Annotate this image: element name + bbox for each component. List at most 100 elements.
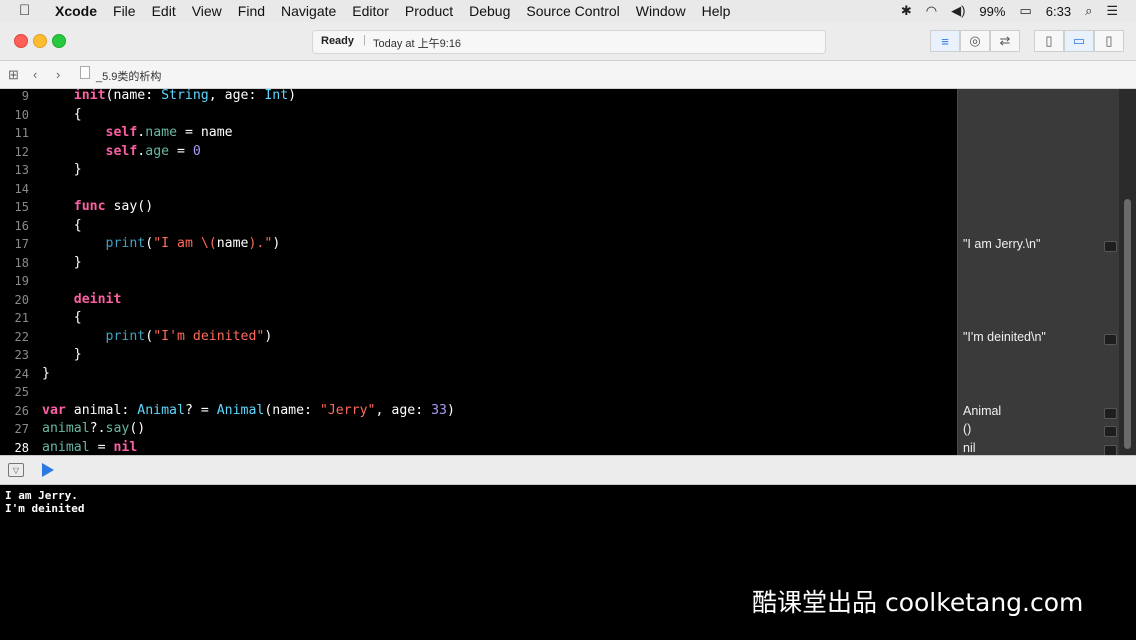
line-number: 13: [14, 163, 29, 177]
zoom-window-button[interactable]: [52, 34, 66, 48]
standard-editor-icon[interactable]: ≡: [930, 30, 960, 52]
activity-viewer: Ready | Today at 上午9:16: [312, 30, 826, 54]
hide-debug-area-icon[interactable]: ▽: [8, 463, 24, 477]
code-text: animal = nil: [42, 439, 138, 455]
code-text: }: [73, 347, 82, 362]
code-line[interactable]: 13 }: [0, 162, 957, 180]
line-number: 9: [21, 89, 29, 103]
code-text: self.age = 0: [105, 143, 201, 159]
menu-source-control[interactable]: Source Control: [526, 3, 619, 19]
utilities-toggle-icon[interactable]: ▯: [1094, 30, 1124, 52]
bluetooth-icon[interactable]: ✱: [901, 3, 912, 19]
menu-edit[interactable]: Edit: [152, 3, 176, 19]
code-line[interactable]: 24}: [0, 366, 957, 384]
code-line[interactable]: 21 {: [0, 310, 957, 328]
results-sidebar: "I am Jerry.\n" "I'm deinited\n" Animal () n…: [957, 89, 1120, 456]
code-line[interactable]: 17 print("I am \(name)."): [0, 236, 957, 254]
apple-icon[interactable]: : [19, 2, 30, 19]
status-area: ✱ ◠ ◀) 99% ▭ 6:33 ⌕ ☰: [901, 3, 1118, 19]
code-line[interactable]: 16 {: [0, 218, 957, 236]
battery-percent[interactable]: 99%: [979, 4, 1005, 19]
volume-icon[interactable]: ◀): [951, 3, 965, 19]
build-status: Ready: [321, 35, 355, 47]
close-window-button[interactable]: [14, 34, 28, 48]
code-editor[interactable]: 9 init(name: String, age: Int) 10 {11 sel…: [0, 89, 957, 455]
menu-window[interactable]: Window: [636, 3, 686, 19]
quick-look-icon[interactable]: [1104, 426, 1117, 437]
code-text: print("I'm deinited"): [105, 328, 273, 344]
line-number: 16: [14, 218, 29, 233]
line-number: 15: [14, 200, 29, 214]
related-items-icon[interactable]: ⊞: [8, 67, 19, 83]
menu-navigate[interactable]: Navigate: [281, 3, 336, 19]
menu-view[interactable]: View: [192, 3, 222, 19]
menu-product[interactable]: Product: [405, 3, 453, 19]
code-line[interactable]: 19: [0, 273, 957, 291]
menu-file[interactable]: File: [113, 3, 136, 19]
build-time: Today at 上午9:16: [373, 38, 462, 50]
debug-area-toggle-icon[interactable]: ▭: [1064, 30, 1094, 52]
result-value: "I'm deinited\n": [963, 329, 1046, 344]
code-text: {: [73, 106, 82, 122]
line-number: 22: [14, 329, 29, 344]
code-line[interactable]: 20 deinit: [0, 292, 957, 310]
battery-icon[interactable]: ▭: [1019, 3, 1031, 19]
menu-list: Xcode File Edit View Find Navigate Editor Produ…: [55, 3, 746, 19]
menu-editor[interactable]: Editor: [352, 3, 389, 19]
watermark: 酷课堂出品 coolketang.com: [752, 588, 1084, 617]
scroll-thumb[interactable]: [1124, 199, 1131, 449]
line-number: 19: [14, 274, 29, 288]
code-text: {: [73, 310, 82, 325]
code-line[interactable]: 18 }: [0, 255, 957, 273]
debug-bar: ▽: [0, 455, 1136, 485]
code-line[interactable]: 10 {: [0, 107, 957, 125]
menu-debug[interactable]: Debug: [469, 3, 510, 19]
result-value: Animal: [963, 403, 1002, 418]
code-line[interactable]: 27 animal?.say(): [0, 421, 957, 439]
line-number: 18: [14, 255, 29, 270]
menu-help[interactable]: Help: [702, 3, 731, 19]
editor-scrollbar[interactable]: [1119, 89, 1136, 455]
code-line[interactable]: 15 func say(): [0, 199, 957, 217]
code-line[interactable]: 28 animal = nil: [0, 440, 957, 456]
code-line[interactable]: 22 print("I'm deinited"): [0, 329, 957, 347]
navigator-toggle-icon[interactable]: ▯: [1034, 30, 1064, 52]
quick-look-icon[interactable]: [1104, 241, 1117, 252]
code-line[interactable]: 9 init(name: String, age: Int): [0, 89, 957, 106]
line-number: 28: [14, 440, 29, 455]
forward-icon[interactable]: ›: [56, 67, 60, 82]
code-line[interactable]: 23 }: [0, 347, 957, 365]
status-separator: |: [363, 34, 366, 46]
wifi-icon[interactable]: ◠: [926, 3, 937, 19]
back-icon[interactable]: ‹: [33, 67, 37, 82]
run-playground-icon[interactable]: [42, 463, 54, 477]
quick-look-icon[interactable]: [1104, 333, 1117, 345]
quick-look-icon[interactable]: [1104, 444, 1117, 456]
code-text: {: [73, 217, 82, 233]
minimize-window-button[interactable]: [33, 34, 47, 48]
code-text: func say(): [73, 199, 154, 214]
console-line: I am Jerry.: [5, 489, 78, 502]
spotlight-search-icon[interactable]: ⌕: [1085, 3, 1092, 19]
file-breadcrumb[interactable]: _5.9类的析构: [96, 68, 161, 84]
code-line[interactable]: 11 self.name = name: [0, 125, 957, 143]
quick-look-icon[interactable]: [1104, 407, 1117, 419]
clock[interactable]: 6:33: [1046, 4, 1071, 19]
console-line: I'm deinited: [5, 502, 85, 515]
assistant-editor-icon[interactable]: ◎: [960, 30, 990, 52]
code-line[interactable]: 14: [0, 181, 957, 199]
menu-xcode[interactable]: Xcode: [55, 3, 97, 19]
code-line[interactable]: 25: [0, 384, 957, 402]
notification-center-icon[interactable]: ☰: [1106, 3, 1118, 19]
menu-bar:  Xcode File Edit View Find Navigate Editor Pro…: [0, 0, 1136, 22]
version-editor-icon[interactable]: ⇄: [990, 30, 1020, 52]
code-text: deinit: [73, 291, 122, 307]
code-line[interactable]: 26 var animal: Animal? = Animal(name: "Je…: [0, 403, 957, 421]
jump-bar: ⊞ ‹ › _5.9类的析构: [0, 61, 1136, 89]
editor-mode-group: ≡ ◎ ⇄: [930, 30, 1020, 52]
playground-file-icon: [80, 66, 90, 79]
line-number: 24: [14, 366, 29, 381]
code-line[interactable]: 12 self.age = 0: [0, 144, 957, 162]
menu-find[interactable]: Find: [238, 3, 265, 19]
line-number: 23: [14, 348, 29, 362]
